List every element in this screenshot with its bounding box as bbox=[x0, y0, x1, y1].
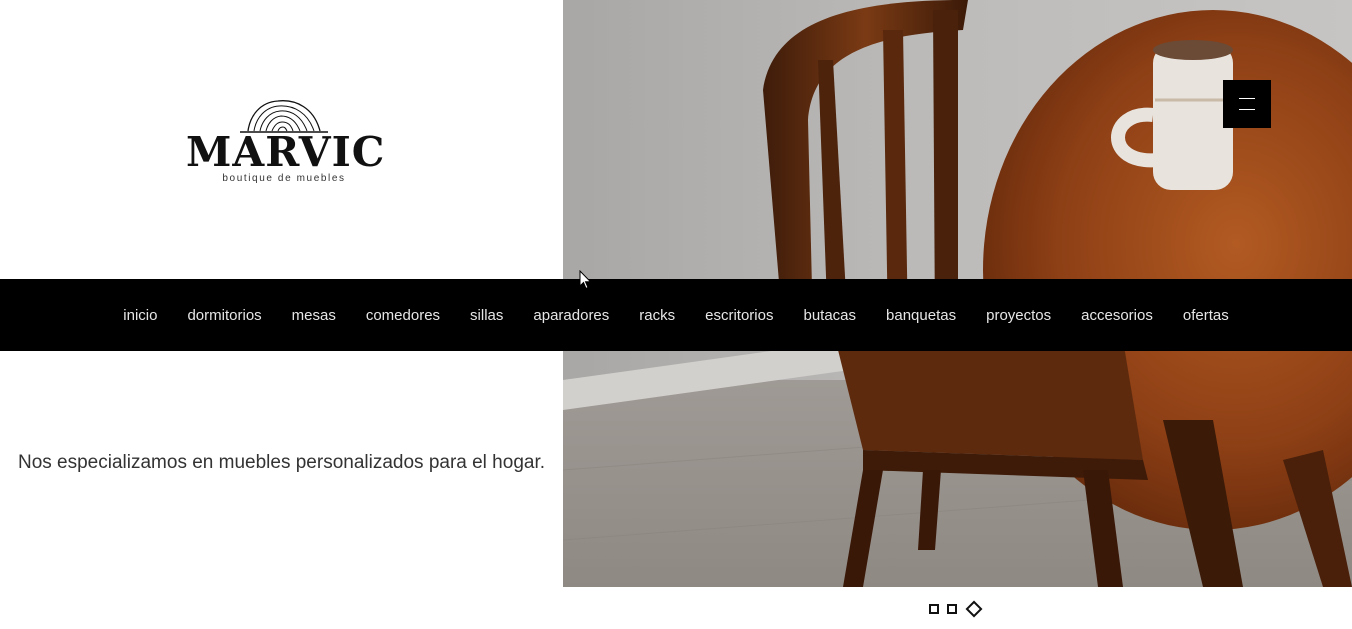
nav-item-banquetas[interactable]: banquetas bbox=[886, 307, 956, 324]
hero-text: Nos especializamos en muebles personaliz… bbox=[17, 452, 546, 473]
nav-item-sillas[interactable]: sillas bbox=[470, 307, 503, 324]
menu-button[interactable] bbox=[1223, 80, 1271, 128]
nav-item-butacas[interactable]: butacas bbox=[803, 307, 856, 324]
nav-item-racks[interactable]: racks bbox=[639, 307, 675, 324]
slide-dot-1[interactable] bbox=[929, 604, 939, 614]
nav-item-dormitorios[interactable]: dormitorios bbox=[187, 307, 261, 324]
nav-item-accesorios[interactable]: accesorios bbox=[1081, 307, 1153, 324]
hamburger-icon bbox=[1239, 98, 1255, 99]
nav-item-ofertas[interactable]: ofertas bbox=[1183, 307, 1229, 324]
hamburger-icon-bar bbox=[1239, 109, 1255, 110]
slider-pagination bbox=[929, 600, 983, 618]
nav-item-escritorios[interactable]: escritorios bbox=[705, 307, 773, 324]
brand-name: MARVIC bbox=[186, 128, 386, 176]
nav-item-mesas[interactable]: mesas bbox=[292, 307, 336, 324]
slide-dot-2[interactable] bbox=[947, 604, 957, 614]
brand-logo[interactable]: MARVIC boutique de muebles bbox=[186, 96, 386, 206]
mouse-cursor-icon bbox=[579, 270, 592, 290]
nav-item-proyectos[interactable]: proyectos bbox=[986, 307, 1051, 324]
nav-item-inicio[interactable]: inicio bbox=[123, 307, 157, 324]
nav-item-aparadores[interactable]: aparadores bbox=[533, 307, 609, 324]
main-nav: inicio dormitorios mesas comedores silla… bbox=[0, 279, 1352, 351]
slide-dot-3-active[interactable] bbox=[965, 600, 983, 618]
nav-item-comedores[interactable]: comedores bbox=[366, 307, 440, 324]
